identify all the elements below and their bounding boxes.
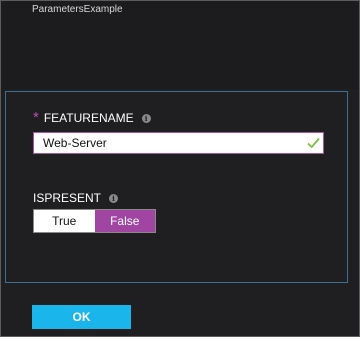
- checkmark-icon: [307, 137, 320, 149]
- featurename-label: FEATURENAME: [43, 111, 134, 125]
- ispresent-toggle: True False: [33, 209, 156, 233]
- toggle-false-option[interactable]: False: [94, 210, 155, 232]
- featurename-label-row: * FEATURENAME i: [33, 109, 151, 126]
- toggle-true-option[interactable]: True: [34, 210, 95, 232]
- featurename-input[interactable]: Web-Server: [33, 132, 324, 154]
- ispresent-label: ISPRESENT: [33, 191, 102, 205]
- info-icon[interactable]: i: [141, 113, 151, 123]
- info-icon[interactable]: i: [109, 193, 119, 203]
- parameters-form-panel: * FEATURENAME i Web-Server ISPRESENT i T…: [5, 91, 348, 283]
- ok-button[interactable]: OK: [32, 305, 131, 329]
- blade-subtitle: ParametersExample: [32, 4, 123, 15]
- ispresent-label-row: ISPRESENT i: [33, 191, 119, 205]
- parameters-blade: ParametersExample * FEATURENAME i Web-Se…: [0, 0, 360, 337]
- featurename-value[interactable]: Web-Server: [43, 136, 107, 150]
- blade-header: ParametersExample: [1, 1, 359, 89]
- required-mark: *: [33, 109, 39, 126]
